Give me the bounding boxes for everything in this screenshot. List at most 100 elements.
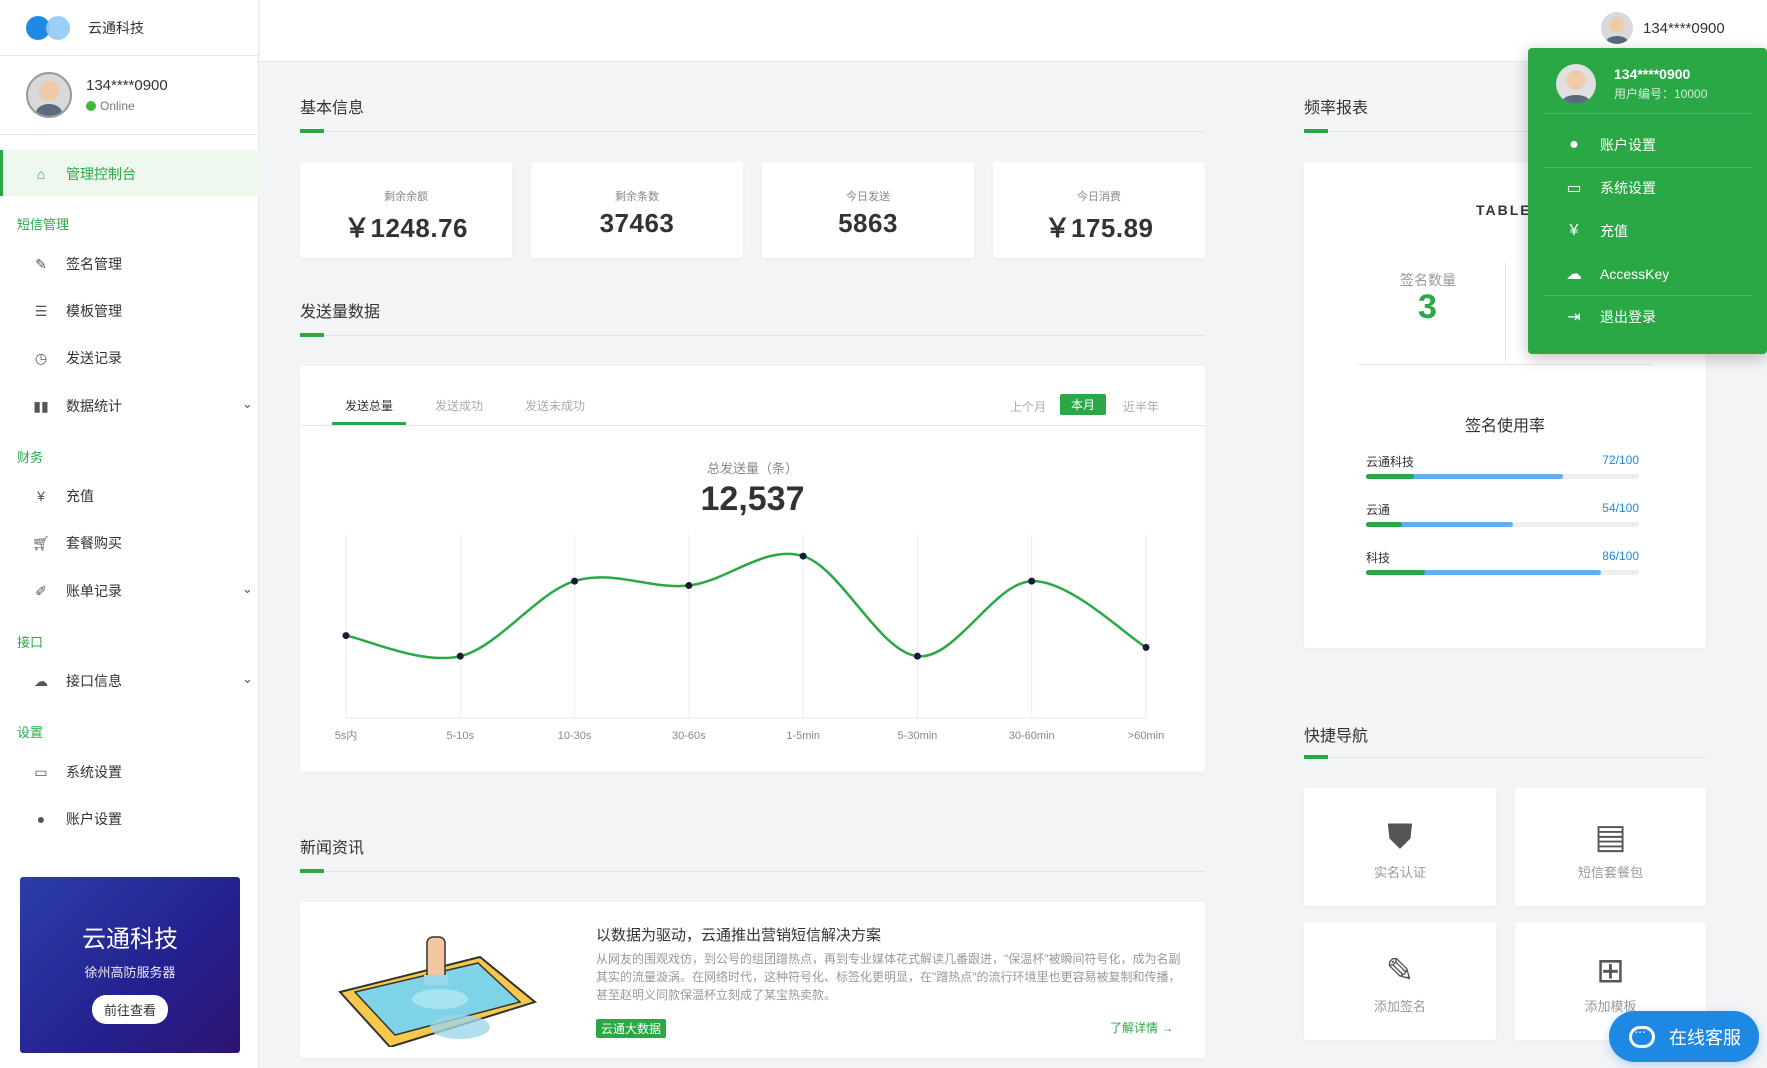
sidebar-profile: 134****0900 Online bbox=[26, 72, 168, 118]
send-line-chart: 5s内 5-10s 10-30s 30-60s 1-5min 5-30min 30-60mi… bbox=[335, 534, 1164, 742]
data-point bbox=[1142, 643, 1150, 651]
section-title-basic: 基本信息 bbox=[300, 100, 365, 117]
dropdown-user-id: 用户编号：10000 bbox=[1614, 87, 1708, 101]
tab-success[interactable]: 发送成功 bbox=[435, 397, 483, 414]
avatar bbox=[26, 72, 72, 118]
chart-total-label: 总发送量（条） bbox=[706, 461, 798, 476]
user-icon: ● bbox=[1569, 136, 1579, 153]
layout-icon: ⊞ bbox=[1596, 952, 1625, 990]
usage-row: 云通 54/100 bbox=[1366, 501, 1639, 527]
chart-total-value: 12,537 bbox=[700, 480, 805, 518]
top-user-menu[interactable]: 134****0900 bbox=[1601, 12, 1725, 44]
message-icon: ▤ bbox=[1594, 818, 1627, 856]
data-point bbox=[342, 632, 350, 640]
top-user-name: 134****0900 bbox=[1643, 19, 1725, 37]
sidebar-item-bills[interactable]: ✐ 账单记录 bbox=[30, 581, 122, 601]
usage-row: 科技 86/100 bbox=[1366, 549, 1639, 575]
news-illustration bbox=[338, 936, 538, 1047]
stat-card-remaining: 剩余条数 37463 bbox=[531, 162, 743, 258]
avatar bbox=[1601, 12, 1633, 44]
section-title-quick-nav: 快捷导航 bbox=[1304, 728, 1369, 745]
x-tick-label: 30-60s bbox=[672, 730, 706, 742]
cloud-icon: ☁ bbox=[1566, 266, 1582, 283]
pencil-icon: ✎ bbox=[35, 255, 47, 272]
usage-title: 签名使用率 bbox=[1464, 418, 1545, 435]
chevron-down-icon[interactable]: ⌄ bbox=[242, 396, 253, 412]
dropdown-item-recharge[interactable]: ¥ 充值 bbox=[1562, 221, 1628, 241]
sign-count-value: 3 bbox=[1418, 288, 1437, 326]
section-title-send-data: 发送量数据 bbox=[300, 304, 381, 321]
series-line bbox=[345, 552, 1147, 660]
banner-subtitle: 徐州高防服务器 bbox=[84, 965, 176, 980]
sidebar-item-system-settings[interactable]: ▭ 系统设置 bbox=[30, 762, 122, 782]
section-title-report: 频率报表 bbox=[1304, 100, 1369, 117]
sidebar-item-statistics[interactable]: ▮▮ 数据统计 bbox=[30, 396, 122, 416]
sidebar-item-dashboard-label[interactable]: ⌂ 管理控制台 bbox=[30, 164, 136, 184]
app-name: 云通科技 bbox=[88, 20, 144, 36]
news-tag[interactable]: 云通大数据 bbox=[596, 1019, 667, 1038]
online-dot-icon bbox=[86, 101, 96, 111]
news-card[interactable]: 以数据为驱动，云通推出营销短信解决方案 从网友的围观戏仿，到公号的组团蹭热点，再… bbox=[300, 902, 1205, 1058]
data-point bbox=[1028, 577, 1036, 585]
usage-row: 云通科技 72/100 bbox=[1366, 453, 1639, 479]
tab-total[interactable]: 发送总量 bbox=[331, 397, 407, 425]
edit-square-icon: ✎ bbox=[1385, 952, 1415, 990]
edit-icon: ✐ bbox=[35, 582, 47, 599]
online-support-button[interactable]: 在线客服 bbox=[1609, 1011, 1759, 1062]
quick-nav-realname[interactable]: ⛊ 实名认证 bbox=[1304, 788, 1496, 906]
range-this-month[interactable]: 本月 bbox=[1060, 394, 1107, 415]
sidebar-item-signature[interactable]: ✎ 签名管理 bbox=[30, 254, 122, 274]
quick-nav-sms-package[interactable]: ▤ 短信套餐包 bbox=[1515, 788, 1706, 906]
sidebar: 云通科技 134****0900 Online ⌂ 管理控制台 短信管理 ✎ 签名管… bbox=[0, 0, 259, 1068]
chevron-down-icon[interactable]: ⌄ bbox=[242, 581, 253, 597]
x-tick-label: 5-10s bbox=[447, 730, 475, 742]
x-tick-label: 30-60min bbox=[1009, 730, 1055, 742]
range-half-year[interactable]: 近半年 bbox=[1123, 396, 1159, 417]
promo-banner: 云通科技 徐州高防服务器 前往查看 bbox=[20, 877, 240, 1053]
dropdown-item-system-settings[interactable]: ▭ 系统设置 bbox=[1562, 178, 1656, 198]
sidebar-item-package[interactable]: 🛒︎ 套餐购买 bbox=[30, 533, 122, 553]
section-title-settings: 设置 bbox=[17, 725, 44, 740]
clock-icon: ◷ bbox=[34, 349, 48, 366]
bar-chart-icon: ▮▮ bbox=[33, 397, 49, 414]
home-icon: ⌂ bbox=[36, 166, 46, 182]
banner-title: 云通科技 bbox=[82, 926, 178, 953]
x-tick-label: >60min bbox=[1128, 730, 1164, 742]
stat-card-today-cost: 今日消费 ￥175.89 bbox=[993, 162, 1205, 258]
dropdown-item-accesskey[interactable]: ☁ AccessKey bbox=[1562, 264, 1669, 284]
data-point bbox=[456, 652, 464, 660]
sidebar-item-api-info[interactable]: ☁ 接口信息 bbox=[30, 671, 122, 691]
stat-value: ￥175.89 bbox=[1044, 213, 1154, 243]
news-headline[interactable]: 以数据为驱动，云通推出营销短信解决方案 bbox=[596, 924, 881, 945]
news-more-link[interactable]: 了解详情 → bbox=[1110, 1019, 1173, 1036]
stat-card-balance: 剩余余额 ￥1248.76 bbox=[300, 162, 512, 258]
user-dropdown: 134****0900 用户编号：10000 ● 账户设置 ▭ 系统设置 ¥ 充值 ☁… bbox=[1528, 48, 1767, 354]
sidebar-item-account-settings[interactable]: ● 账户设置 bbox=[30, 809, 122, 829]
dropdown-item-account-settings[interactable]: ● 账户设置 bbox=[1562, 135, 1656, 155]
sidebar-item-template[interactable]: ☰ 模板管理 bbox=[30, 301, 122, 321]
profile-name: 134****0900 bbox=[86, 77, 168, 94]
data-point bbox=[799, 552, 807, 560]
sidebar-item-send-log[interactable]: ◷ 发送记录 bbox=[30, 348, 122, 368]
table-label: TABLE bbox=[1476, 202, 1532, 218]
cloud-icon: ☁ bbox=[34, 672, 48, 689]
yen-icon: ¥ bbox=[37, 488, 45, 504]
tab-failed[interactable]: 发送未成功 bbox=[525, 397, 585, 414]
dropdown-item-logout[interactable]: ⇥ 退出登录 bbox=[1562, 307, 1656, 327]
range-last-month[interactable]: 上个月 bbox=[1010, 396, 1046, 417]
logo[interactable]: 云通科技 bbox=[26, 14, 144, 42]
x-tick-label: 1-5min bbox=[786, 730, 820, 742]
dropdown-user-name: 134****0900 bbox=[1614, 66, 1691, 82]
sidebar-item-recharge[interactable]: ¥ 充值 bbox=[30, 486, 94, 506]
section-title-sms: 短信管理 bbox=[17, 217, 70, 232]
banner-button[interactable]: 前往查看 bbox=[91, 995, 168, 1024]
x-tick-label: 10-30s bbox=[558, 730, 592, 742]
x-tick-label: 5s内 bbox=[335, 728, 358, 742]
stat-value: 37463 bbox=[599, 208, 675, 238]
stat-card-today-sent: 今日发送 5863 bbox=[762, 162, 974, 258]
quick-nav-add-signature[interactable]: ✎ 添加签名 bbox=[1304, 922, 1496, 1040]
send-chart-card: 发送总量 发送成功 发送未成功 上个月 本月 近半年 总发送量（条） 12,53… bbox=[300, 366, 1205, 772]
list-icon: ☰ bbox=[34, 302, 48, 319]
chevron-down-icon[interactable]: ⌄ bbox=[242, 671, 253, 687]
stat-value: 5863 bbox=[838, 208, 898, 238]
